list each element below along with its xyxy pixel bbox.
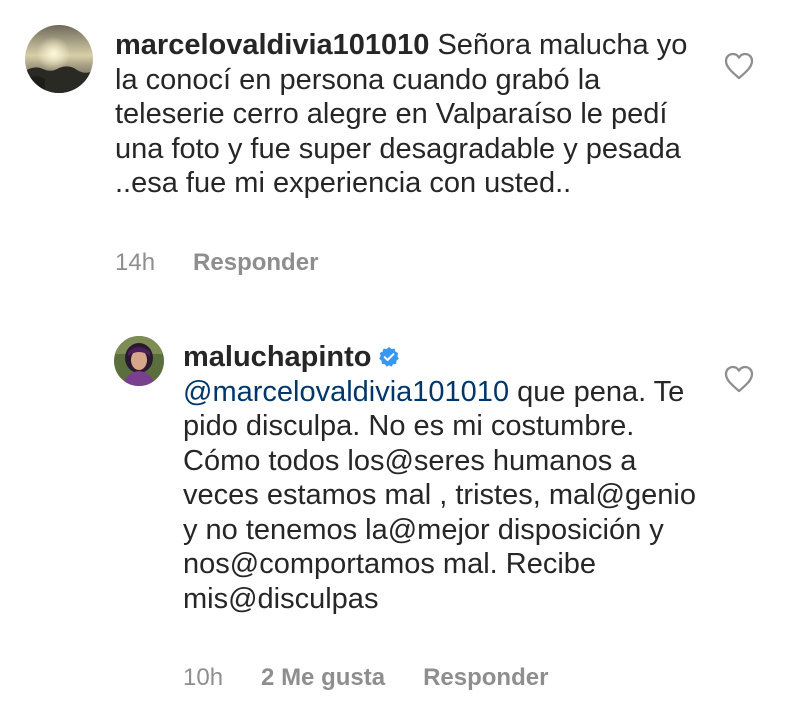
comment-timestamp: 14h [115,249,156,276]
heart-outline-icon[interactable] [724,365,754,393]
comment-text: marcelovaldivia101010 Señora malucha yo … [115,28,705,201]
avatar[interactable] [114,336,164,386]
heart-outline-icon[interactable] [724,52,754,80]
comment-timestamp: 10h [183,664,224,691]
comment-meta: 10h 2 Me gusta Responder [183,664,548,692]
comment-text: maluchapinto @marcelovaldivia101010 que p… [183,340,703,616]
mention-link[interactable]: @marcelovaldivia101010 [183,376,509,408]
comment-username[interactable]: marcelovaldivia101010 [115,29,429,61]
comment-username[interactable]: maluchapinto [183,341,372,373]
comment-message: que pena. Te pido disculpa. No es mi cos… [183,375,696,615]
avatar[interactable] [25,25,93,93]
reply-button[interactable]: Responder [423,664,548,692]
likes-count-button[interactable]: 2 Me gusta [261,664,385,692]
reply-button[interactable]: Responder [193,249,318,277]
comment-meta: 14h Responder [115,249,318,277]
verified-badge-icon [378,342,400,367]
